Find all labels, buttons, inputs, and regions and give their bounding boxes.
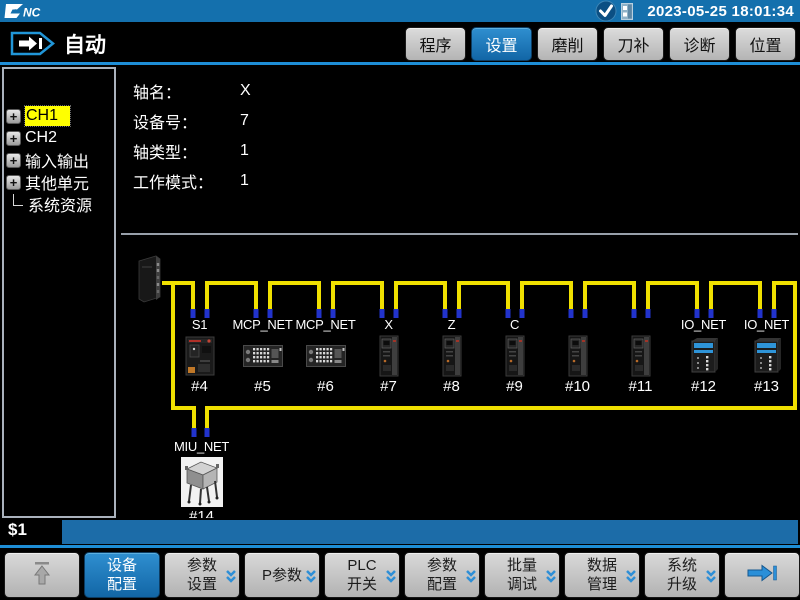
info-row-axis-type: 轴类型： 1 [133,136,251,166]
ncu-controller-icon[interactable] [136,255,166,308]
softkey-plc-switch[interactable]: PLC 开关 [324,552,400,598]
machine-control-panel-icon [231,334,294,378]
tab-diagnosis[interactable]: 诊断 [669,27,730,61]
info-row-axis-name: 轴名： X [133,76,251,106]
expand-icon[interactable]: + [6,131,21,146]
datetime: 2023-05-25 18:01:34 [647,3,794,20]
tab-settings[interactable]: 设置 [471,27,532,61]
command-bar: $1 [0,518,800,545]
tab-grinding[interactable]: 磨削 [537,27,598,61]
device-9[interactable]: C #9 [483,317,546,396]
hnc-logo-icon: NC [4,3,54,20]
softkey-toolbar: 设备 配置 参数 设置 P参数 [0,548,800,600]
cnc-screen: NC 2023-05-25 18:01:34 [0,0,800,600]
softkey-param-config[interactable]: 参数 配置 [404,552,480,598]
status-bar: NC 2023-05-25 18:01:34 [0,0,800,22]
axis-info: 轴名： X 设备号： 7 轴类型： 1 工作模式： 1 [133,76,251,196]
next-page-button[interactable] [724,552,800,598]
header-separator [0,62,800,65]
tree-item-system-resources[interactable]: 系统资源 [4,193,114,215]
chevron-down-icon [625,569,637,588]
device-8[interactable]: Z #8 [420,317,483,396]
spindle-drive-icon [168,334,231,378]
tab-position[interactable]: 位置 [735,27,796,61]
servo-drive-icon [609,334,672,378]
softkey-batch-debug[interactable]: 批量 调试 [484,552,560,598]
chevron-down-icon [305,569,317,588]
device-7[interactable]: X #7 [357,317,420,396]
device-12[interactable]: IO_NET #12 [672,317,735,396]
device-14[interactable]: MIU_NET #14 [170,439,233,526]
storage-icon [621,3,633,20]
expand-icon[interactable]: + [6,153,21,168]
servo-drive-icon [420,334,483,378]
svg-text:NC: NC [23,5,41,19]
softkey-device-config[interactable]: 设备 配置 [84,552,160,598]
device-4[interactable]: S1 #4 [168,317,231,396]
machine-control-panel-icon [294,334,357,378]
miu-unit-icon [170,456,233,508]
chevron-down-icon [385,569,397,588]
device-5[interactable]: MCP_NET #5 [231,317,294,396]
tab-program[interactable]: 程序 [405,27,466,61]
command-input[interactable] [62,520,798,544]
softkey-p-param[interactable]: P参数 [244,552,320,598]
chevron-down-icon [465,569,477,588]
right-arrow-icon [746,564,778,587]
softkey-data-manage[interactable]: 数据 管理 [564,552,640,598]
servo-drive-icon [546,334,609,378]
device-11[interactable]: #11 [609,317,672,396]
servo-drive-icon [357,334,420,378]
expand-icon[interactable]: + [6,109,21,124]
mode-label: 自动 [64,29,106,59]
info-row-device-no: 设备号： 7 [133,106,251,136]
device-13[interactable]: IO_NET #13 [735,317,798,396]
device-6[interactable]: MCP_NET #6 [294,317,357,396]
tree-branch-icon [13,194,23,206]
io-unit-icon [672,334,735,378]
top-tabs: 程序 设置 磨削 刀补 诊断 位置 [405,27,796,61]
servo-drive-icon [483,334,546,378]
tree-item-ch2[interactable]: + CH2 [4,127,114,149]
device-10[interactable]: #10 [546,317,609,396]
device-tree-panel: + CH1 + CH2 + 输入输出 + 其他单元 系统资源 [2,67,116,518]
io-unit-icon [735,334,798,378]
tree-item-ch1[interactable]: + CH1 [4,105,114,127]
title-bar: 自动 程序 设置 磨削 刀补 诊断 位置 [0,22,800,62]
chevron-down-icon [545,569,557,588]
auto-mode-arrow-icon [10,30,56,62]
check-circle-icon [595,0,617,22]
chevron-down-icon [225,569,237,588]
channel-label: $1 [8,520,27,540]
softkey-system-upgrade[interactable]: 系统 升级 [644,552,720,598]
chevron-down-icon [705,569,717,588]
softkey-param-setting[interactable]: 参数 设置 [164,552,240,598]
up-arrow-icon [31,560,53,591]
info-row-work-mode: 工作模式： 1 [133,166,251,196]
page-up-button[interactable] [4,552,80,598]
section-divider [121,233,798,235]
expand-icon[interactable]: + [6,175,21,190]
tree-item-other-units[interactable]: + 其他单元 [4,171,114,193]
tab-tool-comp[interactable]: 刀补 [603,27,664,61]
tree-item-io[interactable]: + 输入输出 [4,149,114,171]
